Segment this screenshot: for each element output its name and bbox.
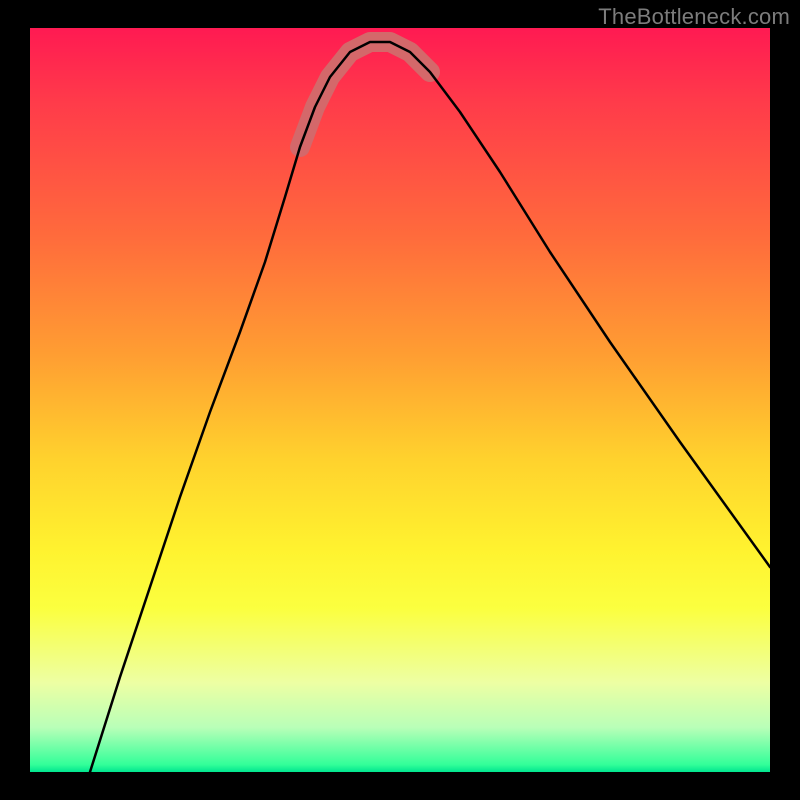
bottleneck-curve	[90, 42, 770, 772]
valley-highlight	[300, 42, 430, 147]
curve-svg	[30, 28, 770, 772]
plot-area	[30, 28, 770, 772]
watermark-text: TheBottleneck.com	[598, 4, 790, 30]
chart-frame: TheBottleneck.com	[0, 0, 800, 800]
